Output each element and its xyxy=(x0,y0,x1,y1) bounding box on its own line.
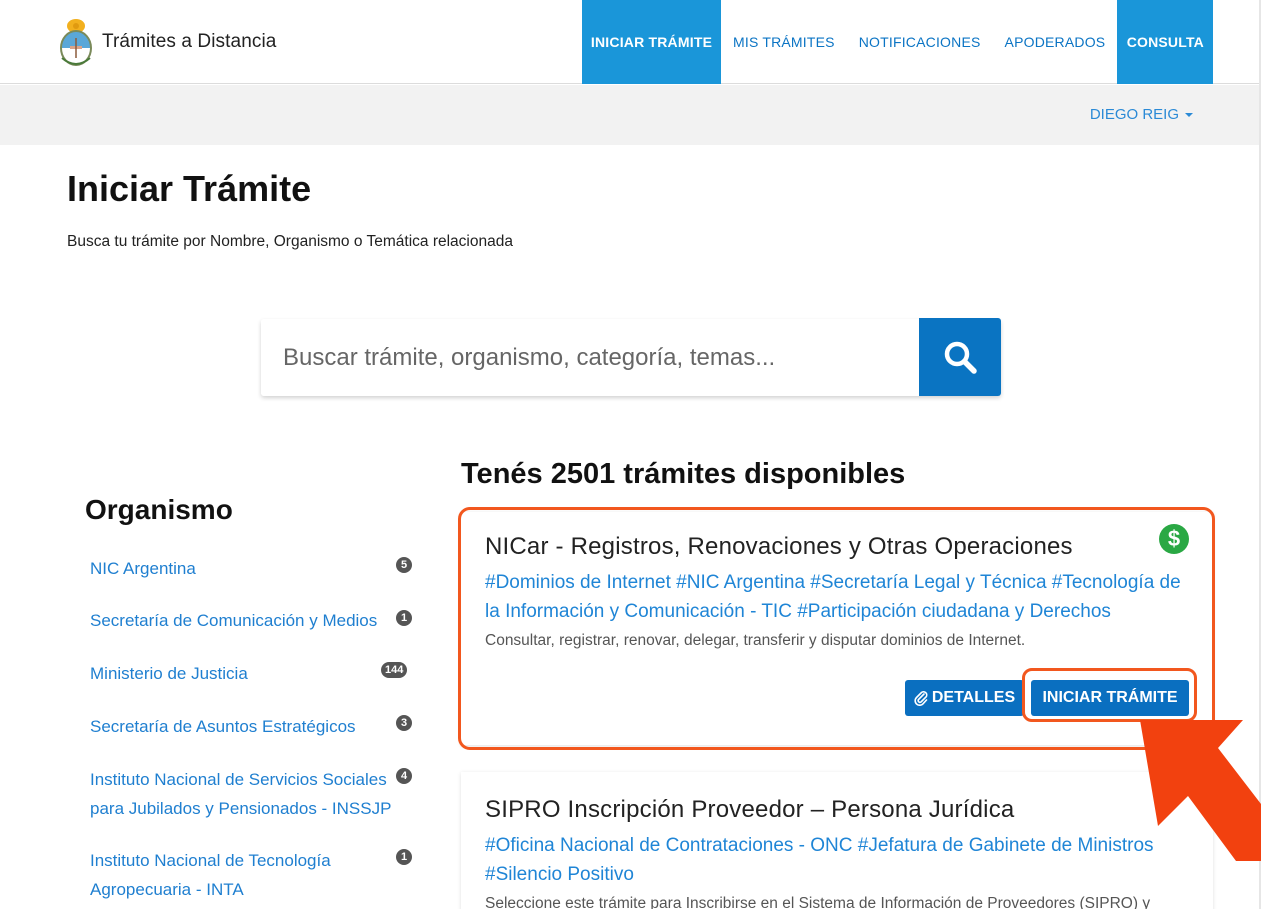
start-tramite-button[interactable]: INICIAR TRÁMITE xyxy=(1031,680,1189,716)
nav-consulta[interactable]: CONSULTA xyxy=(1117,0,1214,84)
nav-apoderados[interactable]: APODERADOS xyxy=(993,0,1118,84)
sidebar-item-ministerio-justicia[interactable]: Ministerio de Justicia xyxy=(90,659,415,688)
main-nav: INICIAR TRÁMITE MIS TRÁMITES NOTIFICACIO… xyxy=(582,0,1214,84)
sidebar-item-label: Instituto Nacional de Servicios Sociales… xyxy=(90,770,392,818)
sidebar-item-comunicacion-medios[interactable]: Secretaría de Comunicación y Medios xyxy=(90,606,415,635)
user-menu[interactable]: DIEGO REIG xyxy=(1090,106,1193,123)
sidebar-item-label: NIC Argentina xyxy=(90,559,196,578)
tramite-tags[interactable]: #Oficina Nacional de Contrataciones - ON… xyxy=(485,831,1185,889)
user-name: DIEGO REIG xyxy=(1089,106,1179,123)
nav-notificaciones[interactable]: NOTIFICACIONES xyxy=(847,0,993,84)
tramite-description: Seleccione este trámite para Inscribirse… xyxy=(485,895,1151,909)
sidebar-item-label: Secretaría de Asuntos Estratégicos xyxy=(90,717,356,736)
search-icon xyxy=(944,341,977,374)
sidebar-title: Organismo xyxy=(85,494,233,525)
brand[interactable]: Trámites a Distancia xyxy=(58,16,276,68)
user-bar: DIEGO REIG xyxy=(0,85,1261,145)
details-button[interactable]: DETALLES xyxy=(905,680,1024,716)
tramite-tags[interactable]: #Dominios de Internet #NIC Argentina #Se… xyxy=(485,568,1185,626)
count-badge: 1 xyxy=(396,610,412,626)
count-badge: 5 xyxy=(396,557,412,573)
sidebar-item-inta[interactable]: Instituto Nacional de Tecnología Agropec… xyxy=(90,846,415,904)
tramite-title[interactable]: NICar - Registros, Renovaciones y Otras … xyxy=(485,533,1073,561)
count-badge: 3 xyxy=(396,715,412,731)
caret-down-icon xyxy=(1185,112,1193,117)
search-button[interactable] xyxy=(919,318,1001,396)
sidebar-item-nic-argentina[interactable]: NIC Argentina xyxy=(90,554,415,583)
paperclip-icon xyxy=(914,691,928,706)
count-badge: 4 xyxy=(396,768,412,784)
page-title: Iniciar Trámite xyxy=(67,168,312,209)
paid-dollar-icon: $ xyxy=(1159,524,1189,554)
tramite-description: Consultar, registrar, renovar, delegar, … xyxy=(485,632,1026,649)
tramite-card: SIPRO Inscripción Proveedor – Persona Ju… xyxy=(461,772,1213,909)
sidebar-item-inssjp[interactable]: Instituto Nacional de Servicios Sociales… xyxy=(90,765,415,823)
count-badge: 144 xyxy=(381,662,408,678)
sidebar-item-label: Secretaría de Comunicación y Medios xyxy=(90,611,378,630)
page-subtitle: Busca tu trámite por Nombre, Organismo o… xyxy=(67,233,513,250)
nav-mis-tramites[interactable]: MIS TRÁMITES xyxy=(721,0,847,84)
results-heading: Tenés 2501 trámites disponibles xyxy=(461,458,906,490)
argentina-coat-of-arms-icon xyxy=(60,19,92,66)
tramite-title[interactable]: SIPRO Inscripción Proveedor – Persona Ju… xyxy=(485,796,1014,824)
nav-iniciar-tramite[interactable]: INICIAR TRÁMITE xyxy=(582,0,721,84)
count-badge: 1 xyxy=(396,849,412,865)
pointer-arrow-icon xyxy=(1140,720,1261,861)
search-input[interactable] xyxy=(261,319,919,396)
start-tramite-label: INICIAR TRÁMITE xyxy=(1042,689,1178,706)
sidebar-item-label: Instituto Nacional de Tecnología Agropec… xyxy=(90,851,331,899)
brand-name: Trámites a Distancia xyxy=(102,31,277,52)
sidebar-item-label: Ministerio de Justicia xyxy=(90,664,248,683)
sidebar-item-asuntos-estrategicos[interactable]: Secretaría de Asuntos Estratégicos xyxy=(90,712,415,741)
details-label: DETALLES xyxy=(931,689,1016,706)
search-bar xyxy=(261,318,1001,396)
top-navbar: Trámites a Distancia INICIAR TRÁMITE MIS… xyxy=(0,0,1261,84)
